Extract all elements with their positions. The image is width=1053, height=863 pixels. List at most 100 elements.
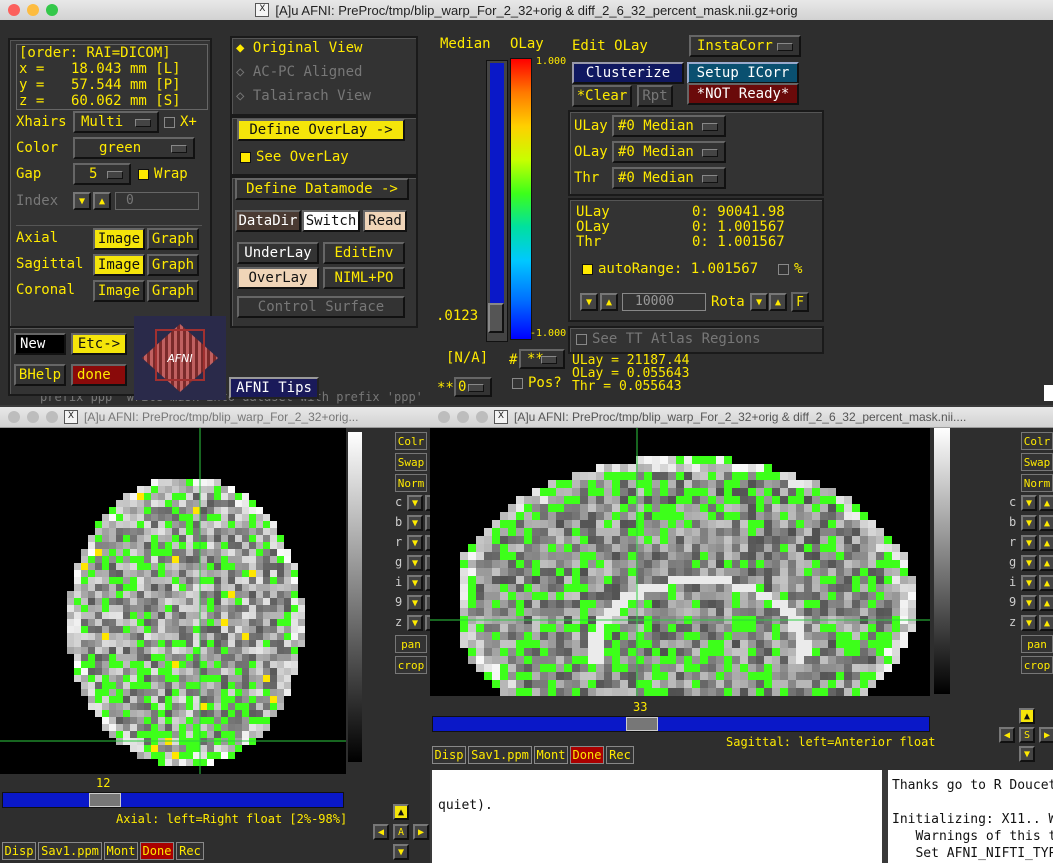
side-i-down-arrow-icon[interactable]: ▼ [1021,575,1037,591]
sagittal-slice-slider[interactable] [432,716,930,732]
sag-pan-right-arrow-icon[interactable]: ▶ [1039,727,1053,743]
side-pan-button[interactable]: pan [395,635,427,653]
zoom-window-icon[interactable] [476,411,488,423]
index-down-arrow-icon[interactable]: ▼ [73,192,91,210]
olay-select-menu[interactable]: #0 Median [612,141,726,163]
rpt-button[interactable]: Rpt [637,85,673,107]
define-datamode-button[interactable]: Define Datamode -> [235,178,409,200]
wrap-toggle[interactable]: Wrap [138,166,188,182]
range-up-arrow-icon[interactable]: ▲ [600,293,618,311]
percent-toggle[interactable]: % [778,261,802,277]
switch-button[interactable]: Switch [302,210,360,232]
atlas-toggle[interactable]: See TT Atlas Regions [576,331,761,347]
f-button[interactable]: F [791,292,809,312]
sag-pan-up-arrow-icon[interactable]: ▲ [1019,708,1035,724]
pan-left-arrow-icon[interactable]: ◀ [373,824,389,840]
terminal-left[interactable]: quiet). [432,770,882,863]
bottom-rec-button[interactable]: Rec [176,842,204,860]
setup-icorr-button[interactable]: Setup ICorr [687,62,799,84]
sag-pan-center-icon[interactable]: S [1019,727,1035,743]
threshold-slider-thumb[interactable] [488,303,504,333]
acpc-view-radio[interactable]: ◇ AC-PC Aligned [236,64,362,80]
side-9-down-arrow-icon[interactable]: ▼ [1021,595,1037,611]
side-c-down-arrow-icon[interactable]: ▼ [407,495,423,511]
hash-menu[interactable]: ** [519,349,565,369]
side-b-down-arrow-icon[interactable]: ▼ [1021,515,1037,531]
afni-logo[interactable]: AFNI [134,316,226,400]
side-crop-button[interactable]: crop [1021,656,1053,674]
done-button[interactable]: done [71,364,127,386]
axial-graph-button[interactable]: Graph [147,228,199,250]
instacorr-menu[interactable]: InstaCorr [689,35,801,57]
bottom-sav1-ppm-button[interactable]: Sav1.ppm [468,746,532,764]
pan-center-icon[interactable]: A [393,824,409,840]
side-z-down-arrow-icon[interactable]: ▼ [1021,615,1037,631]
close-window-icon[interactable] [8,4,20,16]
autorange-toggle[interactable]: autoRange: 1.001567 [582,261,758,277]
underlay-button[interactable]: UnderLay [237,242,319,264]
bottom-done-button[interactable]: Done [570,746,604,764]
side-norm-button[interactable]: Norm [1021,474,1053,492]
close-window-icon[interactable] [438,411,450,423]
axial-window-titlebar[interactable]: X [A]u AFNI: PreProc/tmp/blip_warp_For_2… [0,407,430,428]
side-r-down-arrow-icon[interactable]: ▼ [1021,535,1037,551]
pan-right-arrow-icon[interactable]: ▶ [413,824,429,840]
side-r-up-arrow-icon[interactable]: ▲ [1039,535,1053,551]
datadir-button[interactable]: DataDir [235,210,301,232]
side-pan-button[interactable]: pan [1021,635,1053,653]
zoom-window-icon[interactable] [46,4,58,16]
afni-tips-button[interactable]: AFNI Tips [229,377,319,399]
pos-toggle[interactable]: Pos? [512,375,562,391]
bottom-rec-button[interactable]: Rec [606,746,634,764]
atlas-checkbox[interactable] [576,333,587,345]
gap-menu[interactable]: 5 [73,163,131,185]
percent-checkbox[interactable] [778,263,789,275]
bottom-disp-button[interactable]: Disp [432,746,466,764]
pos-checkbox[interactable] [512,377,523,389]
range-field[interactable]: 10000 [622,293,706,311]
terminal-right[interactable]: Thanks go to R Doucette Initializing: X1… [888,770,1053,863]
clear-button[interactable]: *Clear [572,85,632,107]
overlay-button[interactable]: OverLay [237,267,319,289]
editenv-button[interactable]: EditEnv [323,242,405,264]
thr-select-menu[interactable]: #0 Median [612,167,726,189]
side-i-down-arrow-icon[interactable]: ▼ [407,575,423,591]
rota-up-arrow-icon[interactable]: ▲ [769,293,787,311]
sagittal-image-button[interactable]: Image [93,254,145,276]
talairach-view-radio[interactable]: ◇ Talairach View [236,88,371,104]
coronal-image-button[interactable]: Image [93,280,145,302]
control-surface-button[interactable]: Control Surface [237,296,405,318]
side-r-down-arrow-icon[interactable]: ▼ [407,535,423,551]
axial-image-button[interactable]: Image [93,228,145,250]
see-overlay-checkbox[interactable] [240,151,251,163]
side-crop-button[interactable]: crop [395,656,427,674]
sag-pan-down-arrow-icon[interactable]: ▼ [1019,746,1035,762]
side-z-down-arrow-icon[interactable]: ▼ [407,615,423,631]
sagittal-window-titlebar[interactable]: X [A]u AFNI: PreProc/tmp/blip_warp_For_2… [430,407,1053,428]
side-i-up-arrow-icon[interactable]: ▲ [1039,575,1053,591]
side-b-down-arrow-icon[interactable]: ▼ [407,515,423,531]
coronal-graph-button[interactable]: Graph [147,280,199,302]
resize-handle[interactable] [1044,385,1053,401]
olay-colorbar[interactable] [510,58,532,340]
new-button[interactable]: New [14,333,66,355]
side-b-up-arrow-icon[interactable]: ▲ [1039,515,1053,531]
side-c-up-arrow-icon[interactable]: ▲ [1039,495,1053,511]
bottom-done-button[interactable]: Done [140,842,174,860]
minimize-window-icon[interactable] [27,411,39,423]
bottom-disp-button[interactable]: Disp [2,842,36,860]
read-button[interactable]: Read [363,210,407,232]
color-menu[interactable]: green [73,137,195,159]
bhelp-button[interactable]: BHelp [14,364,66,386]
see-overlay-toggle[interactable]: See OverLay [240,149,349,165]
sagittal-slider-thumb[interactable] [626,717,658,731]
autorange-checkbox[interactable] [582,263,593,275]
side-g-down-arrow-icon[interactable]: ▼ [407,555,423,571]
side-9-up-arrow-icon[interactable]: ▲ [1039,595,1053,611]
ulay-select-menu[interactable]: #0 Median [612,115,726,137]
close-window-icon[interactable] [8,411,20,423]
define-overlay-button[interactable]: Define OverLay -> [237,119,405,141]
main-window-titlebar[interactable]: X [A]u AFNI: PreProc/tmp/blip_warp_For_2… [0,0,1053,21]
wrap-checkbox[interactable] [138,168,149,180]
bottom-sav1-ppm-button[interactable]: Sav1.ppm [38,842,102,860]
